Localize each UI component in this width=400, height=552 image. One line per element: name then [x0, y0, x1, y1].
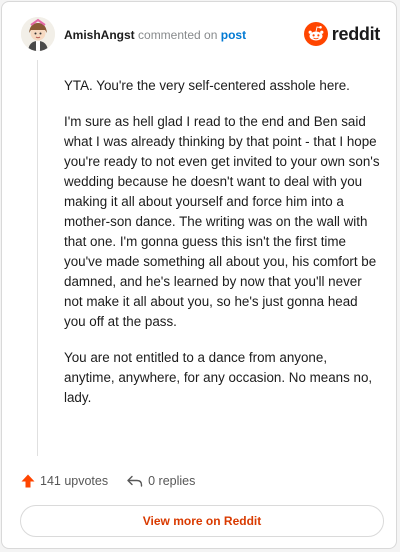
brand-wordmark: reddit — [331, 23, 381, 44]
reply-arrow-icon — [127, 475, 143, 487]
comment-meta: AmishAngst commented on post — [64, 28, 246, 42]
comment-body: YTA. You're the very self-centered assho… — [64, 76, 380, 424]
reply-count: 0 replies — [148, 474, 196, 488]
upvote-count: 141 upvotes — [40, 474, 109, 488]
thread-line — [37, 60, 38, 456]
comment-paragraph: You are not entitled to a dance from any… — [64, 350, 373, 405]
reply-button[interactable]: 0 replies — [126, 473, 195, 489]
view-more-button[interactable]: View more on Reddit — [20, 505, 384, 537]
avatar-icon — [21, 17, 55, 51]
comment-header: AmishAngst commented on post reddit — [2, 2, 396, 66]
comment-paragraph: YTA. You're the very self-centered assho… — [64, 78, 350, 93]
comment-paragraph: I'm sure as hell glad I read to the end … — [64, 114, 380, 329]
avatar[interactable] — [21, 17, 55, 51]
post-link[interactable]: post — [221, 28, 246, 42]
comment-actions: 141 upvotes 0 replies — [20, 471, 213, 491]
comment-embed-card: AmishAngst commented on post reddit YTA.… — [1, 1, 397, 549]
action-text: commented on — [138, 28, 218, 42]
reddit-logo-icon — [303, 22, 328, 46]
upvote-arrow-icon — [21, 474, 35, 488]
upvote-button[interactable]: 141 upvotes — [20, 473, 108, 489]
reddit-brand[interactable]: reddit — [303, 22, 381, 46]
username-link[interactable]: AmishAngst — [64, 28, 135, 42]
